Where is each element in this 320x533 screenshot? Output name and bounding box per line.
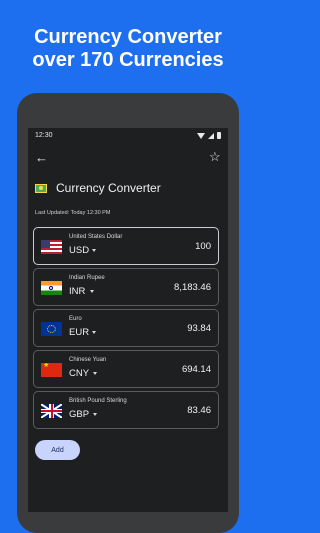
currency-amount[interactable]: 8,183.46 — [174, 282, 211, 293]
status-icons — [197, 132, 221, 139]
promo-headline: Currency Converter over 170 Currencies — [0, 26, 256, 72]
currency-name: Chinese Yuan — [69, 357, 107, 363]
currency-amount-input[interactable]: 100 — [195, 241, 211, 252]
uk-flag-icon — [41, 404, 62, 418]
currency-code[interactable]: EUR — [69, 327, 89, 338]
status-bar: 12:30 — [35, 131, 221, 141]
app-title: Currency Converter — [56, 181, 161, 195]
currency-name: Euro — [69, 316, 82, 322]
promo-line-1: Currency Converter — [34, 26, 222, 48]
chevron-down-icon[interactable] — [92, 331, 96, 334]
app-screen: 12:30 ← ☆ Currency Converter Last Update… — [28, 128, 228, 512]
last-updated-text: Last Updated: Today 12:30 PM — [35, 210, 111, 216]
currency-code[interactable]: GBP — [69, 409, 89, 420]
top-app-bar: ← ☆ — [28, 149, 228, 169]
arrow-back-icon[interactable]: ← — [35, 151, 49, 165]
currency-code[interactable]: USD — [69, 245, 89, 256]
currency-name: United States Dollar — [69, 234, 123, 240]
currency-row-gbp[interactable]: British Pound Sterling GBP 83.46 — [33, 391, 219, 429]
chevron-down-icon[interactable] — [90, 290, 94, 293]
currency-row-cny[interactable]: ★ Chinese Yuan CNY 694.14 — [33, 350, 219, 388]
money-bill-icon — [35, 183, 47, 193]
currency-row-inr[interactable]: Indian Rupee INR 8,183.46 — [33, 268, 219, 306]
signal-icon — [208, 132, 214, 139]
chevron-down-icon[interactable] — [93, 372, 97, 375]
china-flag-icon: ★ — [41, 363, 62, 377]
currency-row-usd[interactable]: United States Dollar USD 100 — [33, 227, 219, 265]
chevron-down-icon[interactable] — [92, 249, 96, 252]
app-header: Currency Converter — [35, 180, 161, 196]
status-time: 12:30 — [35, 132, 53, 139]
star-outline-icon[interactable]: ☆ — [209, 150, 223, 164]
add-currency-button[interactable]: Add — [35, 440, 80, 460]
battery-icon — [217, 132, 221, 139]
us-flag-icon — [41, 240, 62, 254]
currency-code[interactable]: INR — [69, 286, 85, 297]
currency-name: British Pound Sterling — [69, 398, 127, 404]
currency-amount[interactable]: 83.46 — [187, 405, 211, 416]
india-flag-icon — [41, 281, 62, 295]
promo-line-2: over 170 Currencies — [32, 49, 224, 71]
eu-flag-icon — [41, 322, 62, 336]
chevron-down-icon[interactable] — [93, 413, 97, 416]
currency-amount[interactable]: 93.84 — [187, 323, 211, 334]
currency-name: Indian Rupee — [69, 275, 105, 281]
currency-amount[interactable]: 694.14 — [182, 364, 211, 375]
wifi-icon — [197, 132, 205, 139]
currency-code[interactable]: CNY — [69, 368, 89, 379]
currency-row-eur[interactable]: Euro EUR 93.84 — [33, 309, 219, 347]
